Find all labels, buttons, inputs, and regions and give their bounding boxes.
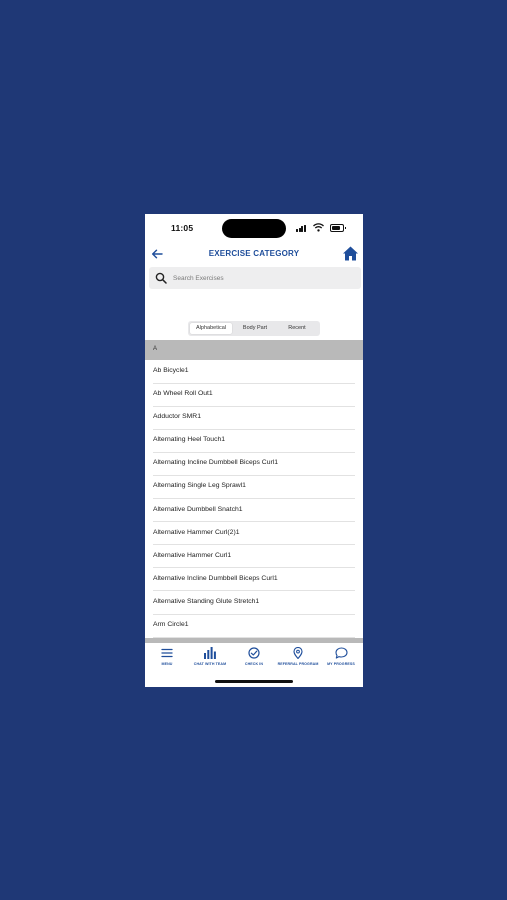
section-header: A [145,340,363,360]
menu-icon [161,648,173,658]
segment-body-part[interactable]: Body Part [234,323,276,334]
segment-alphabetical[interactable]: Alphabetical [190,323,232,334]
chat-bubble-icon [334,647,348,659]
home-icon[interactable] [342,245,359,262]
dynamic-island [222,219,286,238]
list-item[interactable]: Adductor SMR1 [145,406,363,430]
search-bar[interactable] [149,267,361,289]
segment-recent[interactable]: Recent [276,323,318,334]
list-item[interactable]: Arm Circle1 [145,614,363,638]
location-pin-icon [293,647,303,659]
check-circle-icon [248,647,260,659]
list-item[interactable]: Alternative Hammer Curl1 [145,545,363,568]
phone-screen: 11:05 EXERCISE CATEGORY Alphabetical Bod… [145,214,363,687]
tab-referral-program[interactable]: REFERRAL PROGRAM [276,646,320,674]
search-icon [155,272,167,284]
tab-label: CHAT WITH TEAM [193,662,227,666]
tab-label: MY PROGRESS [327,662,355,666]
tab-menu[interactable]: MENU [145,646,189,674]
list-item[interactable]: Ab Wheel Roll Out1 [145,383,363,407]
list-item[interactable]: Ab Bicycle1 [145,360,363,384]
exercise-list[interactable]: Ab Bicycle1 Ab Wheel Roll Out1 Adductor … [145,360,363,638]
list-item[interactable]: Alternative Standing Glute Stretch1 [145,591,363,615]
list-item[interactable]: Alternating Incline Dumbbell Biceps Curl… [145,452,363,476]
list-item[interactable]: Alternating Single Leg Sprawl1 [145,475,363,499]
list-item[interactable]: Alternative Dumbbell Snatch1 [145,499,363,522]
list-item[interactable]: Alternative Incline Dumbbell Biceps Curl… [145,568,363,592]
bar-chart-icon [204,647,216,659]
home-indicator[interactable] [215,680,293,683]
tab-label: CHECK IN [244,662,264,666]
bottom-tab-bar: MENU CHAT WITH TEAM CHECK IN REFERRAL PR… [145,643,363,687]
tab-label: REFERRAL PROGRAM [277,662,319,666]
wifi-icon [313,223,324,232]
page-title: EXERCISE CATEGORY [208,249,300,258]
status-time: 11:05 [171,223,194,233]
sort-segmented-control: Alphabetical Body Part Recent [188,321,320,336]
list-item[interactable]: Alternative Hammer Curl(2)1 [145,522,363,545]
list-item[interactable]: Alternating Heel Touch1 [145,429,363,453]
tab-label: MENU [161,662,173,666]
status-bar: 11:05 [145,214,363,242]
section-letter: A [153,346,158,352]
nav-header: EXERCISE CATEGORY [145,244,363,266]
battery-icon [330,224,346,232]
tab-my-progress[interactable]: MY PROGRESS [319,646,363,674]
search-input[interactable] [173,270,353,286]
tab-chat-with-team[interactable]: CHAT WITH TEAM [188,646,232,674]
tab-check-in[interactable]: CHECK IN [232,646,276,674]
signal-icon [296,225,307,232]
